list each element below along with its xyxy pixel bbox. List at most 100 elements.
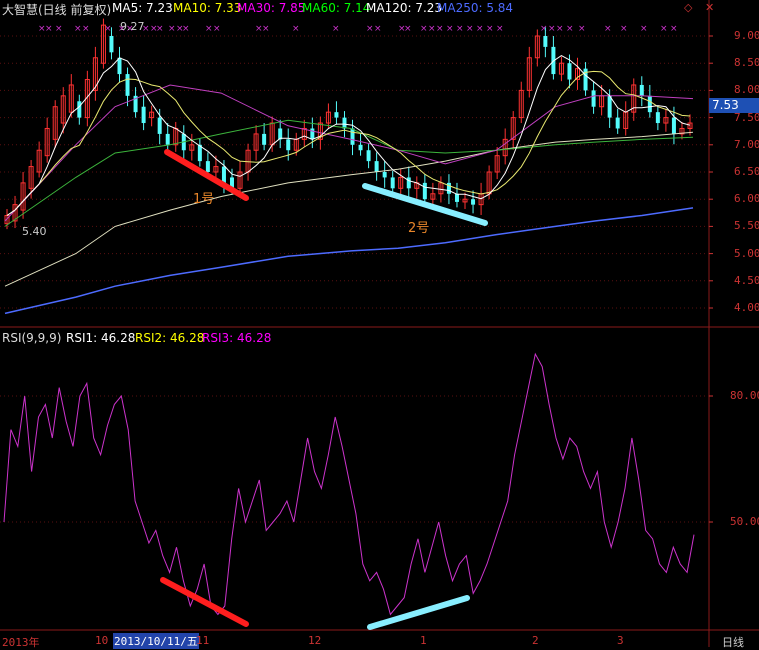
signal-marker: × bbox=[556, 24, 564, 34]
x-label-feb: 2 bbox=[532, 634, 539, 647]
divergence-label-2: 2号 bbox=[408, 221, 430, 236]
signal-marker: × bbox=[446, 24, 454, 34]
rsi3-value: RSI3: 46.28 bbox=[202, 331, 272, 345]
candle-body-down bbox=[655, 112, 660, 124]
price-tick-label: 9.00 bbox=[734, 29, 759, 42]
signal-marker: × bbox=[466, 24, 474, 34]
ma60-value: MA60: 7.14 bbox=[302, 1, 371, 15]
low-price-mark: 5.40 bbox=[22, 225, 47, 238]
price-tick-label: 5.50 bbox=[734, 219, 759, 233]
ma250-value: MA250: 5.84 bbox=[437, 1, 514, 15]
candle-body-down bbox=[165, 133, 170, 145]
price-tick-label: 7.00 bbox=[734, 137, 759, 151]
signal-marker: × bbox=[45, 24, 53, 34]
signal-marker: × bbox=[168, 24, 176, 34]
candle-body-down bbox=[141, 106, 146, 124]
candle-body-down bbox=[471, 199, 476, 205]
chart-canvas: × × × × × × × × × ×× × ×× × × × × × × × × ×× × × × × × × × × × × × × × × × ×… bbox=[0, 0, 759, 647]
rsi2-value: RSI2: 46.28 bbox=[135, 331, 205, 345]
rsi-title: RSI(9,9,9) bbox=[2, 331, 62, 345]
candle-body-down bbox=[543, 36, 548, 47]
candle-body-down bbox=[157, 117, 162, 134]
signal-marker: × bbox=[456, 24, 464, 34]
signal-marker: × bbox=[476, 24, 484, 34]
candle-body-down bbox=[262, 133, 267, 145]
signal-marker: × bbox=[366, 24, 374, 34]
signal-marker: × bbox=[55, 24, 63, 34]
price-tick-label: 6.50 bbox=[734, 165, 759, 178]
signal-marker: × bbox=[566, 24, 574, 34]
price-tick-label: 7.50 bbox=[734, 110, 759, 124]
candle-body-down bbox=[382, 172, 387, 178]
signal-marker: × bbox=[332, 24, 340, 34]
candle-body-down bbox=[454, 193, 459, 202]
signal-marker: × bbox=[578, 24, 586, 34]
ma10-value: MA10: 7.33 bbox=[173, 1, 242, 15]
signal-marker: × bbox=[262, 24, 270, 34]
candle-body-down bbox=[615, 117, 620, 129]
signal-marker: × bbox=[74, 24, 82, 34]
candle-body-down bbox=[286, 139, 291, 151]
price-tick-label: 8.50 bbox=[734, 56, 759, 70]
divergence-label-1: 1号 bbox=[193, 192, 215, 207]
x-label-year: 2013年 bbox=[2, 636, 40, 649]
signal-marker: × bbox=[436, 24, 444, 34]
signal-marker: × bbox=[670, 24, 678, 34]
signal-marker: × bbox=[292, 24, 300, 34]
signal-marker: × bbox=[374, 24, 382, 34]
candle-body-down bbox=[639, 84, 644, 96]
candle-body-down bbox=[374, 161, 379, 172]
price-tick-label: 6.00 bbox=[734, 192, 759, 206]
candle-body-down bbox=[117, 57, 122, 75]
close-icon[interactable]: ✕ bbox=[705, 1, 714, 14]
candle-body-down bbox=[77, 101, 82, 118]
signal-marker: × bbox=[182, 24, 190, 34]
candle-body-down bbox=[390, 177, 395, 189]
candle-body-down bbox=[278, 128, 283, 140]
candle-body-down bbox=[366, 150, 371, 162]
signal-marker: × bbox=[156, 24, 164, 34]
candle-body-down bbox=[422, 182, 427, 200]
candle-body-down bbox=[607, 95, 612, 118]
ma30-value: MA30: 7.85 bbox=[237, 1, 306, 15]
candle-body-down bbox=[109, 36, 114, 53]
candle-body-down bbox=[205, 161, 210, 172]
signal-marker: × bbox=[428, 24, 436, 34]
x-label-nov: 11 bbox=[196, 634, 210, 647]
signal-marker: × bbox=[496, 24, 504, 34]
candle-body-down bbox=[647, 95, 652, 113]
signal-marker: × bbox=[404, 24, 412, 34]
rsi-tick-label: 80.00 bbox=[730, 389, 759, 402]
price-tick-label: 5.00 bbox=[734, 246, 759, 260]
high-price-mark: 9.27 bbox=[120, 20, 145, 33]
price-tick-label: 4.50 bbox=[734, 273, 759, 287]
signal-marker: × bbox=[604, 24, 612, 34]
rsi1-value: RSI1: 46.28 bbox=[66, 331, 136, 345]
signal-marker: × bbox=[420, 24, 428, 34]
candle-body-down bbox=[591, 90, 596, 107]
price-tick-label: 8.00 bbox=[734, 83, 759, 97]
candle-body-down bbox=[358, 144, 363, 151]
ma5-value: MA5: 7.23 bbox=[112, 1, 173, 15]
signal-marker: × bbox=[548, 24, 556, 34]
candle-body-down bbox=[125, 74, 130, 96]
x-label-dec: 12 bbox=[308, 634, 322, 647]
candle-body-down bbox=[350, 128, 355, 145]
rsi-tick-label: 50.00 bbox=[730, 515, 759, 528]
background bbox=[0, 0, 759, 647]
candle-body-down bbox=[342, 117, 347, 129]
ma120-value: MA120: 7.23 bbox=[366, 1, 443, 15]
signal-marker: × bbox=[640, 24, 648, 34]
stock-title: 大智慧(日线 前复权) bbox=[2, 3, 112, 17]
candle-body-down bbox=[406, 177, 411, 189]
signal-marker: × bbox=[660, 24, 668, 34]
diamond-icon[interactable]: ◇ bbox=[684, 1, 692, 14]
candle-body-down bbox=[567, 63, 572, 80]
period-label[interactable]: 日线 bbox=[722, 634, 744, 650]
signal-marker: × bbox=[620, 24, 628, 34]
candle-body-down bbox=[221, 166, 226, 183]
grid-layer: × × × × × × × × × ×× × ×× × × × × × × × × ×× × × × × × × × × × × × × × × × ×… bbox=[0, 0, 759, 647]
signal-marker: × bbox=[205, 24, 213, 34]
x-label-mar: 3 bbox=[617, 634, 624, 647]
signal-marker: × bbox=[213, 24, 221, 34]
